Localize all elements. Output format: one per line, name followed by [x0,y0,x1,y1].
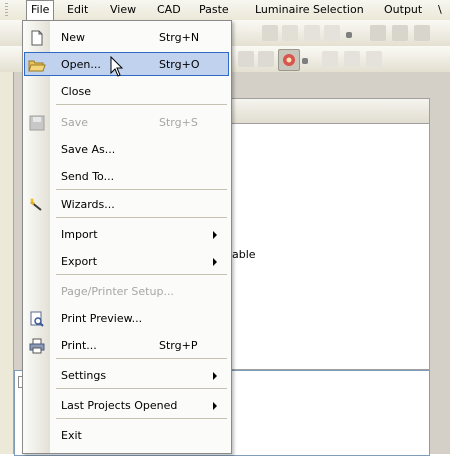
menu-item-settings[interactable]: Settings [23,362,231,389]
menu-item-save-as[interactable]: Save As... [23,136,231,163]
project-panel-header [222,98,430,124]
toolbar-overflow-icon[interactable] [346,32,352,38]
menu-item-shortcut: Strg+N [159,31,200,44]
print-preview-icon [28,310,46,328]
menu-item-label: Save [61,116,89,129]
menu-item-label: Exit [61,429,82,442]
menu-item-import[interactable]: Import [23,221,231,248]
luminaire-toolbar-icon[interactable] [278,49,300,71]
menu-item-label: Page/Printer Setup... [61,285,174,298]
toolbar-overflow-icon-2[interactable] [302,58,308,64]
menu-luminaire-selection[interactable]: Luminaire Selection [255,0,364,20]
menu-item-last-projects-opened[interactable]: Last Projects Opened [23,392,231,419]
menu-item-print[interactable]: Print... Strg+P [23,332,231,359]
menu-item-new[interactable]: New Strg+N [23,24,231,51]
menu-item-label: Last Projects Opened [61,399,178,412]
menu-item-export[interactable]: Export [23,248,231,275]
menu-item-label: Import [61,228,98,241]
menu-item-label: Close [61,85,91,98]
menu-item-label: Export [61,255,98,268]
save-disk-icon [28,114,46,132]
submenu-arrow-icon [213,402,217,410]
submenu-arrow-icon [213,258,217,266]
menu-item-label: Send To... [61,170,115,183]
menu-item-send-to[interactable]: Send To... [23,163,231,190]
menu-item-exit[interactable]: Exit [23,422,231,449]
wizard-wand-icon [28,196,46,214]
menu-bar: File Edit View CAD Paste Luminaire Selec… [0,0,450,20]
menu-item-save[interactable]: Save Strg+S [23,109,231,136]
rotate-toolbar-icon[interactable] [258,51,274,67]
menubar-grip[interactable] [5,3,8,17]
table-toolbar-icon[interactable] [414,25,430,41]
menu-paste[interactable]: Paste [199,0,229,20]
new-document-icon [28,29,46,47]
clipboard-toolbar-icon[interactable] [282,25,298,41]
menu-file[interactable]: File [26,0,55,20]
redo-toolbar-icon[interactable] [324,25,340,41]
bar-chart-toolbar-icon[interactable] [392,25,408,41]
paste-toolbar-icon[interactable] [262,25,278,41]
menu-more[interactable]: \ [438,0,442,20]
menu-item-label: Open... [61,58,101,71]
menu-view[interactable]: View [110,0,136,20]
menu-item-close[interactable]: Close [23,78,231,105]
menu-item-print-preview[interactable]: Print Preview... [23,305,231,332]
file-menu: New Strg+N Open... Strg+O Close Save Str… [22,20,232,454]
menu-item-shortcut: Strg+P [159,339,198,352]
menu-item-shortcut: Strg+O [159,58,200,71]
menu-item-wizards[interactable]: Wizards... [23,191,231,218]
mouse-cursor-icon [110,56,124,77]
panel-partial-label: able [232,248,256,261]
menu-item-open[interactable]: Open... Strg+O [23,51,231,78]
submenu-arrow-icon [213,231,217,239]
printer-icon [28,337,46,355]
menu-item-label: Print Preview... [61,312,143,325]
menu-item-label: Print... [61,339,97,352]
shape-toolbar-icon[interactable] [238,51,254,67]
menu-item-page-printer-setup[interactable]: Page/Printer Setup... [23,278,231,305]
menu-item-label: Save As... [61,143,116,156]
zoom-toolbar-icon[interactable] [344,51,360,67]
menu-item-label: New [61,31,85,44]
left-dock-strip[interactable] [0,72,14,454]
submenu-arrow-icon [213,372,217,380]
project-panel [222,102,430,370]
menu-output[interactable]: Output [384,0,422,20]
luminaire-glyph-icon [283,54,295,66]
menu-item-shortcut: Strg+S [159,116,198,129]
open-folder-icon [28,56,46,74]
menu-edit[interactable]: Edit [67,0,88,20]
menu-item-label: Settings [61,369,107,382]
chart-toolbar-icon[interactable] [370,25,386,41]
pointer-toolbar-icon[interactable] [322,51,338,67]
menu-cad[interactable]: CAD [157,0,181,20]
undo-view-toolbar-icon[interactable] [366,51,382,67]
undo-toolbar-icon[interactable] [304,25,320,41]
menu-item-label: Wizards... [61,198,115,211]
